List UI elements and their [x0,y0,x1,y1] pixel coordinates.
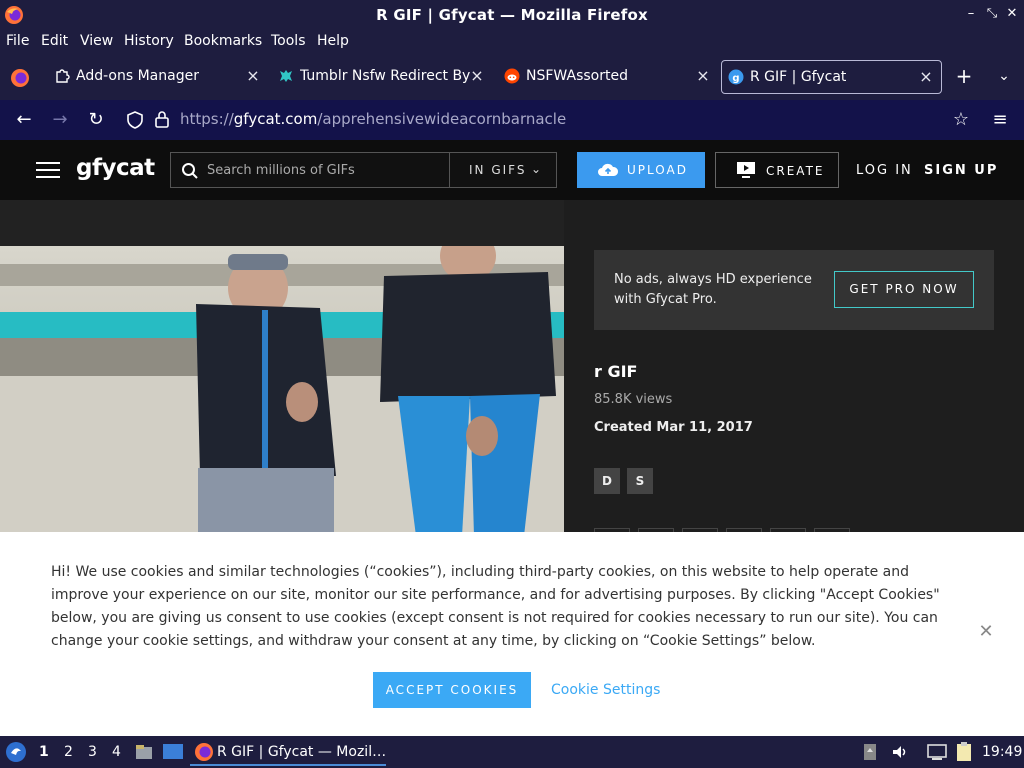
lock-icon[interactable] [154,110,170,128]
chevron-down-icon[interactable]: ⌄ [531,162,541,176]
get-pro-button[interactable]: GET PRO NOW [834,271,974,308]
firefox-icon [195,743,213,761]
maximize-button[interactable]: ⤡ [983,5,1001,23]
gif-player[interactable] [0,246,564,536]
desktop-screen: R GIF | Gfycat — Mozilla Firefox – ⤡ ✕ F… [0,0,1024,768]
create-button[interactable]: CREATE [715,152,839,188]
menu-edit[interactable]: Edit [41,33,68,49]
volume-icon[interactable] [890,742,910,762]
tab-gfycat[interactable]: g R GIF | Gfycat × [721,60,942,94]
cookie-notice-text: Hi! We use cookies and similar technolog… [51,564,940,649]
gif-views: 85.8K views [594,392,673,407]
upload-label: UPLOAD [627,163,688,177]
close-tab-icon[interactable]: × [244,66,262,86]
menu-bookmarks[interactable]: Bookmarks [184,33,262,49]
tab-tumblr-redirect[interactable]: Tumblr Nsfw Redirect Byp × [272,60,492,94]
menu-file[interactable]: File [6,33,29,49]
close-tab-icon[interactable]: × [694,66,712,86]
menu-view[interactable]: View [80,33,113,49]
signup-link[interactable]: SIGN UP [924,163,998,178]
tab-label: R GIF | Gfycat [750,69,847,85]
firefox-view-icon[interactable] [10,68,30,88]
desktop-icon[interactable] [162,742,184,762]
gfycat-icon: g [728,69,744,85]
pro-promo-text: No ads, always HD experience with Gfycat… [614,272,812,307]
shield-icon[interactable] [126,110,144,130]
workspace-1[interactable]: 1 [39,744,49,760]
tab-label: NSFWAssorted [526,68,628,84]
menu-tools[interactable]: Tools [271,33,306,49]
gif-title: r GIF [594,362,638,381]
login-link[interactable]: LOG IN [856,163,913,178]
create-video-icon [737,162,755,178]
tab-addons-manager[interactable]: Add-ons Manager × [48,60,268,94]
tab-label: Tumblr Nsfw Redirect Byp [300,68,470,84]
new-tab-button[interactable]: + [954,66,974,86]
storage-icon[interactable] [862,742,878,762]
clipboard-icon[interactable] [954,741,974,763]
list-tabs-chevron-icon[interactable]: ⌄ [994,66,1014,86]
hamburger-menu-icon[interactable]: ≡ [988,108,1012,132]
video-area [0,200,564,536]
navigation-bar: ← → ↻ https://gfycat.com/apprehensivewid… [0,100,1024,140]
close-icon[interactable]: ✕ [978,623,994,641]
gif-created-date: Created Mar 11, 2017 [594,420,753,435]
search-divider [449,153,450,187]
page-content: No ads, always HD experience with Gfycat… [0,200,1024,538]
cookie-settings-link[interactable]: Cookie Settings [551,682,660,698]
gif-video-frame [0,246,564,536]
back-arrow-icon[interactable]: ← [12,108,36,132]
url-scheme: https:// [180,110,234,128]
taskbar-clock: 19:49 [982,744,1023,760]
taskbar-firefox-window[interactable]: R GIF | Gfycat — Mozil… [190,738,386,766]
url-bar[interactable]: https://gfycat.com/apprehensivewideacorn… [180,110,566,128]
file-manager-icon[interactable] [134,742,154,762]
create-label: CREATE [766,164,825,178]
puzzle-icon [56,69,70,83]
menu-bar: File Edit View History Bookmarks Tools H… [0,30,1024,54]
workspace-2[interactable]: 2 [64,744,73,760]
gfycat-logo[interactable]: gfycat [76,155,155,181]
search-scope-select[interactable]: IN GIFS [469,163,526,177]
close-tab-icon[interactable]: × [468,66,486,86]
app-launcher-icon[interactable] [5,741,27,763]
search-box[interactable]: Search millions of GIFs IN GIFS ⌄ [170,152,557,188]
pro-promo-box: No ads, always HD experience with Gfycat… [594,250,994,330]
close-window-button[interactable]: ✕ [1003,5,1021,23]
gif-details-panel: No ads, always HD experience with Gfycat… [564,200,1024,538]
tumblr-extension-icon [280,70,292,82]
close-tab-icon[interactable]: × [917,67,935,87]
tab-strip: Add-ons Manager × Tumblr Nsfw Redirect B… [0,54,1024,100]
reddit-icon [504,68,520,84]
window-title: R GIF | Gfycat — Mozilla Firefox [376,6,648,24]
forward-arrow-icon[interactable]: → [48,108,72,132]
menu-help[interactable]: Help [317,33,349,49]
url-path: /apprehensivewideacornbarnacle [317,110,567,128]
site-header: gfycat Search millions of GIFs IN GIFS ⌄… [0,140,1024,200]
url-host: gfycat.com [233,110,318,128]
menu-history[interactable]: History [124,33,174,49]
tab-label: Add-ons Manager [76,68,199,84]
tab-nsfwassorted[interactable]: NSFWAssorted × [498,60,718,94]
reload-icon[interactable]: ↻ [84,108,108,132]
window-titlebar: R GIF | Gfycat — Mozilla Firefox – ⤡ ✕ [0,0,1024,30]
accept-cookies-button[interactable]: ACCEPT COOKIES [373,672,531,708]
search-icon [182,163,198,179]
upload-button[interactable]: UPLOAD [577,152,705,188]
cloud-upload-icon [598,163,619,176]
svg-text:g: g [732,73,739,84]
tag-s[interactable]: S [627,468,653,494]
site-menu-icon[interactable] [36,162,60,178]
network-icon[interactable] [926,742,948,762]
minimize-button[interactable]: – [962,5,980,23]
taskbar: 1 2 3 4 R GIF | Gfycat — Mozil… 19:49 [0,736,1024,768]
taskbar-window-label: R GIF | Gfycat — Mozil… [217,744,387,760]
workspace-3[interactable]: 3 [88,744,97,760]
bookmark-star-icon[interactable]: ☆ [949,108,973,132]
cookie-banner: Hi! We use cookies and similar technolog… [0,532,1024,736]
search-input[interactable]: Search millions of GIFs [207,163,355,178]
tag-d[interactable]: D [594,468,620,494]
workspace-4[interactable]: 4 [112,744,121,760]
